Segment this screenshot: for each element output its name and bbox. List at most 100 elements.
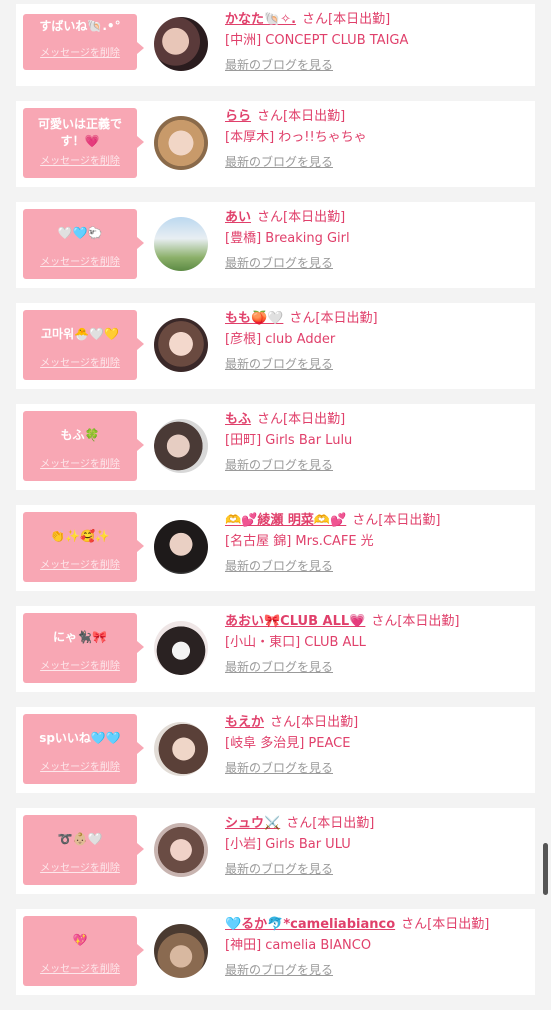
- delete-message-link[interactable]: メッセージを削除: [23, 657, 137, 672]
- latest-blog-link[interactable]: 最新のブログを見る: [225, 553, 527, 579]
- attendance-status: さん[本日出勤]: [371, 614, 460, 629]
- delete-message-link[interactable]: メッセージを削除: [23, 859, 137, 874]
- message-text: にゃ🐈‍⬛🎀: [53, 630, 107, 644]
- message-text: spいいね🩵🩵: [39, 731, 121, 745]
- shop-name: [岐阜 多治見] PEACE: [225, 736, 351, 751]
- shop-name: [中洲] CONCEPT CLUB TAIGA: [225, 33, 409, 48]
- shop-name: [小山・東口] CLUB ALL: [225, 635, 366, 650]
- delete-message-link[interactable]: メッセージを削除: [23, 960, 137, 975]
- cast-name-link[interactable]: もふ: [225, 412, 251, 427]
- list-item: もふ🍀 メッセージを削除 もふ さん[本日出勤] [田町] Girls Bar L…: [16, 404, 535, 490]
- cast-info: らら さん[本日出勤] [本厚木] わっ!!ちゃちゃ 最新のブログを見る: [225, 107, 527, 175]
- message-text: 可愛いは正義です！💗: [37, 117, 122, 148]
- cast-info: 🫶💕綾瀬 明菜🫶💕 さん[本日出勤] [名古屋 錦] Mrs.CAFE 光 最新の…: [225, 511, 527, 579]
- cast-name-link[interactable]: らら: [225, 109, 251, 124]
- attendance-status: さん[本日出勤]: [257, 210, 346, 225]
- cast-info: もえか さん[本日出勤] [岐阜 多治見] PEACE 最新のブログを見る: [225, 713, 527, 781]
- cast-info: もふ さん[本日出勤] [田町] Girls Bar Lulu 最新のブログを見る: [225, 410, 527, 478]
- cast-info: あおい🎀CLUB ALL💗 さん[本日出勤] [小山・東口] CLUB ALL 最…: [225, 612, 527, 680]
- cast-name-link[interactable]: あおい🎀CLUB ALL💗: [225, 614, 365, 629]
- favorites-list: すばいね🐚.•° メッセージを削除 かなた🐚✧. さん[本日出勤] [中洲] CO…: [16, 0, 535, 1010]
- delete-message-link[interactable]: メッセージを削除: [23, 455, 137, 470]
- message-text: 🤍🩵🐑: [57, 226, 103, 240]
- shop-name: [小岩] Girls Bar ULU: [225, 837, 351, 852]
- list-item: 🤍🩵🐑 メッセージを削除 あい さん[本日出勤] [豊橋] Breaking Gi…: [16, 202, 535, 288]
- cast-name-link[interactable]: 🫶💕綾瀬 明菜🫶💕: [225, 513, 346, 528]
- attendance-status: さん[本日出勤]: [257, 412, 346, 427]
- shop-name: [本厚木] わっ!!ちゃちゃ: [225, 130, 367, 145]
- cast-info: あい さん[本日出勤] [豊橋] Breaking Girl 最新のブログを見る: [225, 208, 527, 276]
- shop-name: [豊橋] Breaking Girl: [225, 231, 350, 246]
- message-text: もふ🍀: [60, 428, 100, 442]
- avatar[interactable]: [154, 823, 208, 877]
- latest-blog-link[interactable]: 最新のブログを見る: [225, 452, 527, 478]
- latest-blog-link[interactable]: 最新のブログを見る: [225, 856, 527, 882]
- cast-info: 🩵るか🐬*cameliabianco さん[本日出勤] [神田] camelia …: [225, 915, 527, 983]
- message-bubble: 고마워🐣🤍💛 メッセージを削除: [23, 310, 144, 380]
- latest-blog-link[interactable]: 最新のブログを見る: [225, 957, 527, 983]
- list-item: 💖 メッセージを削除 🩵るか🐬*cameliabianco さん[本日出勤] [神…: [16, 909, 535, 995]
- cast-name-link[interactable]: もえか: [225, 715, 264, 730]
- latest-blog-link[interactable]: 最新のブログを見る: [225, 351, 527, 377]
- avatar[interactable]: [154, 217, 208, 271]
- attendance-status: さん[本日出勤]: [302, 12, 391, 27]
- delete-message-link[interactable]: メッセージを削除: [23, 758, 137, 773]
- latest-blog-link[interactable]: 最新のブログを見る: [225, 149, 527, 175]
- shop-name: [彦根] club Adder: [225, 332, 336, 347]
- message-text: 💖: [72, 933, 88, 947]
- message-bubble: 可愛いは正義です！💗 メッセージを削除: [23, 108, 144, 178]
- attendance-status: さん[本日出勤]: [401, 917, 490, 932]
- cast-name-link[interactable]: 🩵るか🐬*cameliabianco: [225, 917, 395, 932]
- message-bubble: ➰👶🏼🤍 メッセージを削除: [23, 815, 144, 885]
- cast-info: シュウ⚔️ さん[本日出勤] [小岩] Girls Bar ULU 最新のブログを…: [225, 814, 527, 882]
- delete-message-link[interactable]: メッセージを削除: [23, 152, 137, 167]
- delete-message-link[interactable]: メッセージを削除: [23, 44, 137, 59]
- delete-message-link[interactable]: メッセージを削除: [23, 354, 137, 369]
- avatar[interactable]: [154, 116, 208, 170]
- avatar[interactable]: [154, 621, 208, 675]
- attendance-status: さん[本日出勤]: [257, 109, 346, 124]
- message-bubble: すばいね🐚.•° メッセージを削除: [23, 14, 144, 70]
- avatar[interactable]: [154, 924, 208, 978]
- message-text: すばいね🐚.•°: [39, 19, 121, 33]
- list-item: 고마워🐣🤍💛 メッセージを削除 もも🍑🤍 さん[本日出勤] [彦根] club A…: [16, 303, 535, 389]
- cast-name-link[interactable]: かなた🐚✧.: [225, 12, 296, 27]
- cast-name-link[interactable]: もも🍑🤍: [225, 311, 283, 326]
- list-item: 可愛いは正義です！💗 メッセージを削除 らら さん[本日出勤] [本厚木] わっ!…: [16, 101, 535, 187]
- message-bubble: もふ🍀 メッセージを削除: [23, 411, 144, 481]
- message-bubble: 👏✨🥰✨ メッセージを削除: [23, 512, 144, 582]
- avatar[interactable]: [154, 520, 208, 574]
- list-item: ➰👶🏼🤍 メッセージを削除 シュウ⚔️ さん[本日出勤] [小岩] Girls B…: [16, 808, 535, 894]
- latest-blog-link[interactable]: 最新のブログを見る: [225, 52, 527, 78]
- cast-name-link[interactable]: あい: [225, 210, 251, 225]
- message-bubble: にゃ🐈‍⬛🎀 メッセージを削除: [23, 613, 144, 683]
- latest-blog-link[interactable]: 最新のブログを見る: [225, 755, 527, 781]
- cast-name-link[interactable]: シュウ⚔️: [225, 816, 280, 831]
- scrollbar[interactable]: [543, 843, 548, 895]
- shop-name: [神田] camelia BIANCO: [225, 938, 372, 953]
- list-item: にゃ🐈‍⬛🎀 メッセージを削除 あおい🎀CLUB ALL💗 さん[本日出勤] [小…: [16, 606, 535, 692]
- latest-blog-link[interactable]: 最新のブログを見る: [225, 654, 527, 680]
- shop-name: [名古屋 錦] Mrs.CAFE 光: [225, 534, 374, 549]
- attendance-status: さん[本日出勤]: [270, 715, 359, 730]
- shop-name: [田町] Girls Bar Lulu: [225, 433, 353, 448]
- avatar[interactable]: [154, 722, 208, 776]
- avatar[interactable]: [154, 17, 208, 71]
- cast-info: もも🍑🤍 さん[本日出勤] [彦根] club Adder 最新のブログを見る: [225, 309, 527, 377]
- message-text: ➰👶🏼🤍: [57, 832, 103, 846]
- avatar[interactable]: [154, 419, 208, 473]
- message-bubble: 💖 メッセージを削除: [23, 916, 144, 986]
- cast-info: かなた🐚✧. さん[本日出勤] [中洲] CONCEPT CLUB TAIGA 最…: [225, 10, 527, 78]
- list-item: すばいね🐚.•° メッセージを削除 かなた🐚✧. さん[本日出勤] [中洲] CO…: [16, 4, 535, 86]
- message-text: 고마워🐣🤍💛: [41, 327, 119, 341]
- latest-blog-link[interactable]: 最新のブログを見る: [225, 250, 527, 276]
- message-bubble: spいいね🩵🩵 メッセージを削除: [23, 714, 144, 784]
- attendance-status: さん[本日出勤]: [352, 513, 441, 528]
- delete-message-link[interactable]: メッセージを削除: [23, 556, 137, 571]
- attendance-status: さん[本日出勤]: [289, 311, 378, 326]
- list-item: spいいね🩵🩵 メッセージを削除 もえか さん[本日出勤] [岐阜 多治見] PE…: [16, 707, 535, 793]
- list-item: 👏✨🥰✨ メッセージを削除 🫶💕綾瀬 明菜🫶💕 さん[本日出勤] [名古屋 錦] …: [16, 505, 535, 591]
- delete-message-link[interactable]: メッセージを削除: [23, 253, 137, 268]
- attendance-status: さん[本日出勤]: [286, 816, 375, 831]
- avatar[interactable]: [154, 318, 208, 372]
